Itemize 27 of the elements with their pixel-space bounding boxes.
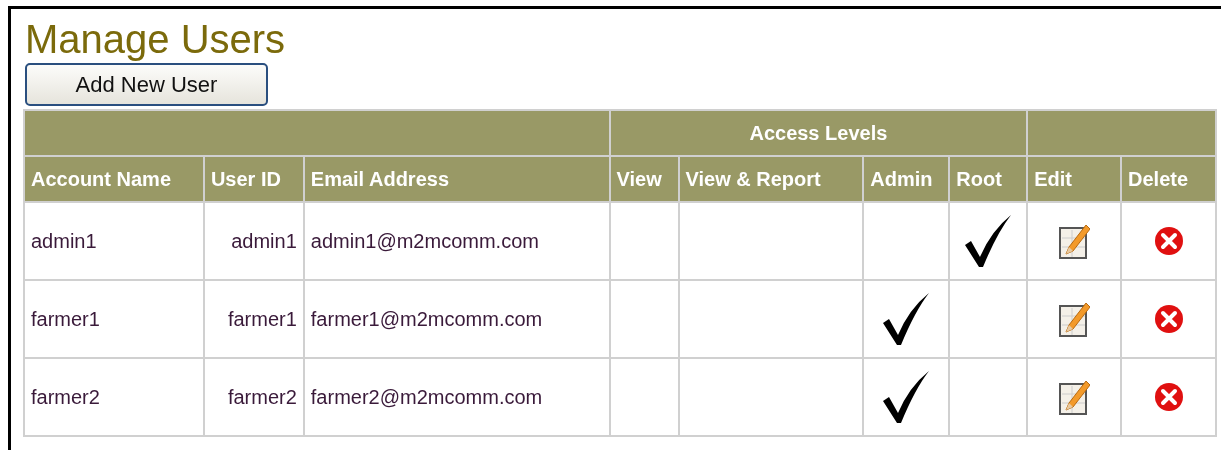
add-user-button[interactable]: Add New User bbox=[25, 63, 268, 106]
group-header: Access Levels bbox=[609, 110, 1028, 156]
edit-icon[interactable] bbox=[1058, 378, 1091, 416]
table-cell: admin1@m2mcomm.com bbox=[303, 202, 610, 280]
table-cell: farmer2 bbox=[24, 358, 204, 436]
edit-icon[interactable] bbox=[1058, 300, 1091, 338]
table-cell: admin1 bbox=[203, 202, 304, 280]
column-header: User ID bbox=[203, 156, 304, 202]
delete-icon[interactable] bbox=[1153, 226, 1184, 256]
column-header: Account Name bbox=[24, 156, 204, 202]
table-cell: farmer1@m2mcomm.com bbox=[303, 280, 610, 358]
table-cell: farmer1 bbox=[203, 280, 304, 358]
table-cell: admin1 bbox=[24, 202, 204, 280]
column-header: Delete bbox=[1121, 156, 1216, 202]
column-header: View bbox=[609, 156, 679, 202]
table-cell: farmer2@m2mcomm.com bbox=[303, 358, 610, 436]
edit-icon[interactable] bbox=[1058, 222, 1091, 260]
column-header: Email Address bbox=[303, 156, 610, 202]
delete-icon[interactable] bbox=[1153, 382, 1184, 412]
column-header: Admin bbox=[863, 156, 950, 202]
column-header: Edit bbox=[1027, 156, 1122, 202]
column-header: View & Report bbox=[678, 156, 864, 202]
page-title: Manage Users bbox=[25, 17, 287, 61]
delete-icon[interactable] bbox=[1153, 304, 1184, 334]
table-cell: farmer2 bbox=[203, 358, 304, 436]
column-header: Root bbox=[949, 156, 1028, 202]
table-cell: farmer1 bbox=[24, 280, 204, 358]
